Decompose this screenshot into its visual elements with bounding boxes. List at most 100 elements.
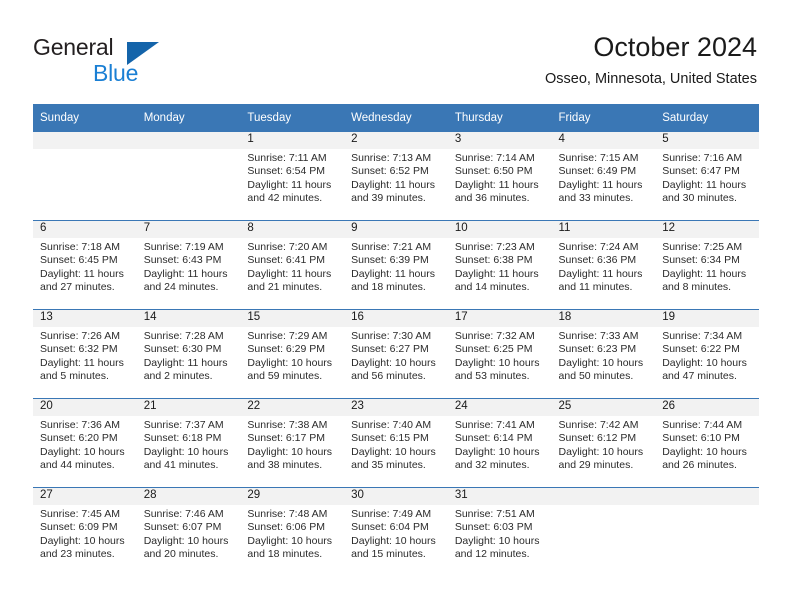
sunrise-time: Sunrise: 7:29 AM [247, 330, 328, 342]
daylight-duration-line2: and 35 minutes. [351, 459, 426, 472]
calendar-day-cell[interactable]: 19 Sunrise: 7:34 AM Sunset: 6:22 PM Dayligh… [655, 309, 759, 399]
calendar-day-cell[interactable]: 6 Sunrise: 7:18 AM Sunset: 6:45 PM Daylight… [33, 220, 137, 310]
day-details: Sunrise: 7:34 AM Sunset: 6:22 PM Daylight:… [655, 327, 759, 384]
day-number: 17 [447, 310, 552, 327]
calendar-day-cell[interactable]: 1 Sunrise: 7:11 AM Sunset: 6:54 PM Daylight… [240, 132, 345, 221]
calendar-day-cell[interactable]: 7 Sunrise: 7:19 AM Sunset: 6:43 PM Daylight… [136, 220, 241, 310]
day-cell-inner [33, 132, 137, 220]
calendar-day-cell[interactable]: 10 Sunrise: 7:23 AM Sunset: 6:38 PM Dayligh… [447, 220, 552, 310]
daylight-duration-line1: Daylight: 10 hours [558, 356, 644, 369]
daylight-duration-line2: and 5 minutes. [40, 370, 109, 383]
calendar-day-cell[interactable]: 25 Sunrise: 7:42 AM Sunset: 6:12 PM Dayligh… [551, 398, 656, 488]
day-details: Sunrise: 7:16 AM Sunset: 6:47 PM Daylight:… [655, 149, 759, 206]
calendar-day-cell-empty [33, 132, 137, 221]
day-cell-inner [655, 488, 759, 576]
calendar-day-cell[interactable]: 18 Sunrise: 7:33 AM Sunset: 6:23 PM Dayligh… [551, 309, 656, 399]
daylight-duration-line1: Daylight: 11 hours [351, 178, 435, 191]
day-number: 2 [344, 132, 448, 149]
sunset-time: Sunset: 6:22 PM [662, 343, 740, 356]
sunrise-time: Sunrise: 7:41 AM [454, 419, 535, 431]
day-number: 31 [447, 488, 552, 505]
day-details: Sunrise: 7:36 AM Sunset: 6:20 PM Daylight:… [33, 416, 137, 473]
calendar-week-row: 1 Sunrise: 7:11 AM Sunset: 6:54 PM Daylight… [33, 132, 759, 221]
sunrise-time: Sunrise: 7:34 AM [662, 330, 743, 342]
calendar-day-cell[interactable]: 24 Sunrise: 7:41 AM Sunset: 6:14 PM Dayligh… [447, 398, 552, 488]
calendar-day-cell[interactable]: 28 Sunrise: 7:46 AM Sunset: 6:07 PM Dayligh… [136, 487, 241, 576]
calendar-day-cell-empty [655, 487, 759, 576]
daylight-duration-line1: Daylight: 11 hours [40, 267, 124, 280]
daylight-duration-line2: and 11 minutes. [558, 281, 633, 294]
sunset-time: Sunset: 6:17 PM [247, 432, 326, 445]
calendar-day-cell[interactable]: 4 Sunrise: 7:15 AM Sunset: 6:49 PM Daylight… [551, 132, 656, 221]
calendar-day-cell[interactable]: 15 Sunrise: 7:29 AM Sunset: 6:29 PM Dayligh… [240, 309, 345, 399]
sunset-time: Sunset: 6:45 PM [40, 254, 118, 267]
calendar-day-cell[interactable]: 31 Sunrise: 7:51 AM Sunset: 6:03 PM Dayligh… [447, 487, 552, 576]
calendar-day-cell[interactable]: 16 Sunrise: 7:30 AM Sunset: 6:27 PM Dayligh… [344, 309, 448, 399]
day-details: Sunrise: 7:25 AM Sunset: 6:34 PM Daylight:… [655, 238, 759, 295]
day-cell-inner: 23 Sunrise: 7:40 AM Sunset: 6:15 PM Dayligh… [344, 399, 448, 487]
calendar-day-cell[interactable]: 11 Sunrise: 7:24 AM Sunset: 6:36 PM Dayligh… [551, 220, 656, 310]
calendar-day-cell[interactable]: 29 Sunrise: 7:48 AM Sunset: 6:06 PM Dayligh… [240, 487, 345, 576]
daylight-duration-line2: and 2 minutes. [143, 370, 213, 383]
daylight-duration-line2: and 42 minutes. [247, 192, 323, 205]
calendar-day-cell[interactable]: 5 Sunrise: 7:16 AM Sunset: 6:47 PM Daylight… [655, 132, 759, 221]
weekday-header-wednesday: Wednesday [344, 104, 448, 132]
daylight-duration-line2: and 50 minutes. [558, 370, 634, 383]
day-number: 15 [240, 310, 345, 327]
calendar-day-cell[interactable]: 12 Sunrise: 7:25 AM Sunset: 6:34 PM Dayligh… [655, 220, 759, 310]
day-cell-inner: 17 Sunrise: 7:32 AM Sunset: 6:25 PM Dayligh… [447, 310, 552, 398]
calendar-day-cell[interactable]: 23 Sunrise: 7:40 AM Sunset: 6:15 PM Dayligh… [344, 398, 448, 488]
calendar-week-row: 6 Sunrise: 7:18 AM Sunset: 6:45 PM Daylight… [33, 220, 759, 310]
weekday-header-tuesday: Tuesday [240, 104, 345, 132]
daylight-duration-line1: Daylight: 11 hours [247, 178, 332, 191]
day-details: Sunrise: 7:18 AM Sunset: 6:45 PM Daylight:… [33, 238, 137, 295]
calendar-day-cell[interactable]: 13 Sunrise: 7:26 AM Sunset: 6:32 PM Dayligh… [33, 309, 137, 399]
day-cell-inner: 11 Sunrise: 7:24 AM Sunset: 6:36 PM Dayligh… [551, 221, 656, 309]
daylight-duration-line2: and 32 minutes. [454, 459, 530, 472]
day-details: Sunrise: 7:29 AM Sunset: 6:29 PM Daylight:… [240, 327, 344, 384]
weekday-header-saturday: Saturday [655, 104, 759, 132]
calendar-day-cell[interactable]: 2 Sunrise: 7:13 AM Sunset: 6:52 PM Daylight… [344, 132, 448, 221]
day-details: Sunrise: 7:11 AM Sunset: 6:54 PM Daylight:… [240, 149, 344, 206]
day-number: 21 [136, 399, 241, 416]
daylight-duration-line1: Daylight: 11 hours [558, 267, 643, 280]
calendar-day-cell[interactable]: 14 Sunrise: 7:28 AM Sunset: 6:30 PM Dayligh… [136, 309, 241, 399]
calendar-day-cell[interactable]: 27 Sunrise: 7:45 AM Sunset: 6:09 PM Dayligh… [33, 487, 137, 576]
calendar-day-cell[interactable]: 26 Sunrise: 7:44 AM Sunset: 6:10 PM Dayligh… [655, 398, 759, 488]
day-details: Sunrise: 7:51 AM Sunset: 6:03 PM Daylight:… [448, 505, 552, 562]
day-cell-inner [136, 132, 241, 220]
sunset-time: Sunset: 6:47 PM [662, 165, 740, 178]
day-number: 1 [240, 132, 345, 149]
calendar-day-cell[interactable]: 20 Sunrise: 7:36 AM Sunset: 6:20 PM Dayligh… [33, 398, 137, 488]
sunset-time: Sunset: 6:36 PM [558, 254, 637, 267]
daylight-duration-line2: and 23 minutes. [40, 548, 115, 561]
calendar-body: 1 Sunrise: 7:11 AM Sunset: 6:54 PM Daylight… [33, 132, 759, 576]
sunset-time: Sunset: 6:29 PM [247, 343, 326, 356]
day-cell-inner: 22 Sunrise: 7:38 AM Sunset: 6:17 PM Dayligh… [240, 399, 345, 487]
daylight-duration-line1: Daylight: 11 hours [351, 267, 435, 280]
day-number: 13 [33, 310, 137, 327]
day-cell-inner: 27 Sunrise: 7:45 AM Sunset: 6:09 PM Dayligh… [33, 488, 137, 576]
sunrise-time: Sunrise: 7:33 AM [558, 330, 639, 342]
sunrise-time: Sunrise: 7:11 AM [247, 152, 327, 164]
day-details: Sunrise: 7:40 AM Sunset: 6:15 PM Daylight:… [344, 416, 448, 473]
calendar-day-cell[interactable]: 30 Sunrise: 7:49 AM Sunset: 6:04 PM Dayligh… [344, 487, 448, 576]
day-cell-inner: 28 Sunrise: 7:46 AM Sunset: 6:07 PM Dayligh… [136, 488, 241, 576]
sunset-time: Sunset: 6:32 PM [40, 343, 118, 356]
daylight-duration-line2: and 47 minutes. [662, 370, 737, 383]
calendar-day-cell[interactable]: 8 Sunrise: 7:20 AM Sunset: 6:41 PM Daylight… [240, 220, 345, 310]
day-number: 10 [447, 221, 552, 238]
calendar-day-cell[interactable]: 9 Sunrise: 7:21 AM Sunset: 6:39 PM Daylight… [344, 220, 448, 310]
calendar-day-cell[interactable]: 21 Sunrise: 7:37 AM Sunset: 6:18 PM Dayligh… [136, 398, 241, 488]
daylight-duration-line1: Daylight: 11 hours [247, 267, 332, 280]
day-details: Sunrise: 7:41 AM Sunset: 6:14 PM Daylight:… [448, 416, 552, 473]
calendar-day-cell[interactable]: 22 Sunrise: 7:38 AM Sunset: 6:17 PM Dayligh… [240, 398, 345, 488]
sunset-time: Sunset: 6:54 PM [247, 165, 326, 178]
daylight-duration-line2: and 33 minutes. [558, 192, 634, 205]
calendar-day-cell[interactable]: 17 Sunrise: 7:32 AM Sunset: 6:25 PM Dayligh… [447, 309, 552, 399]
day-number: 25 [551, 399, 656, 416]
daylight-duration-line2: and 56 minutes. [351, 370, 426, 383]
calendar-day-cell[interactable]: 3 Sunrise: 7:14 AM Sunset: 6:50 PM Daylight… [447, 132, 552, 221]
day-cell-inner: 16 Sunrise: 7:30 AM Sunset: 6:27 PM Dayligh… [344, 310, 448, 398]
day-number: 28 [136, 488, 241, 505]
